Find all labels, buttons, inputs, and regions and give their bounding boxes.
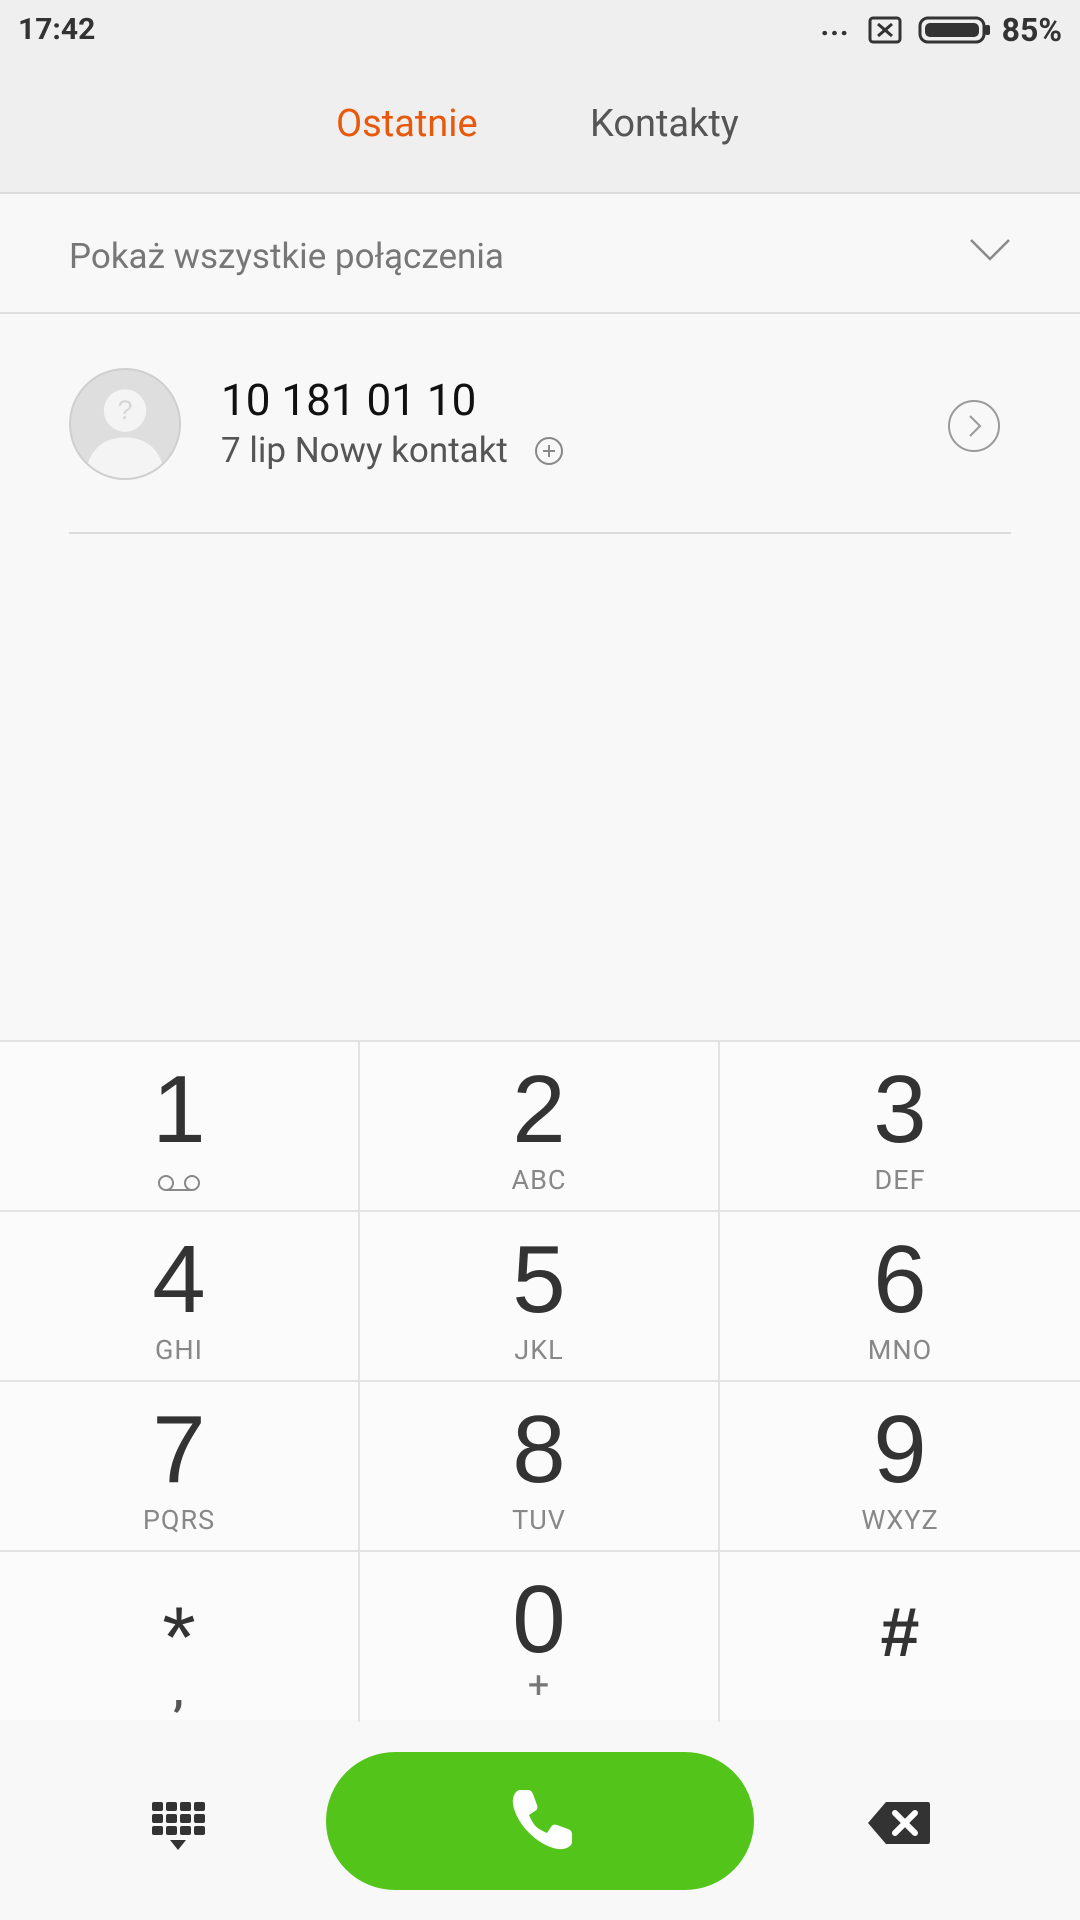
key-6[interactable]: 6 MNO (720, 1212, 1080, 1382)
key-7[interactable]: 7 PQRS (0, 1382, 360, 1552)
add-contact-icon[interactable] (534, 436, 564, 466)
dialpad-icon[interactable] (150, 1798, 206, 1854)
call-subtitle-row: 7 lip Nowy kontakt (221, 430, 564, 471)
avatar: ? (69, 368, 181, 480)
chevron-down-icon (970, 239, 1010, 261)
sim-disabled-icon (868, 16, 902, 44)
call-filter-label: Pokaż wszystkie połączenia (69, 236, 504, 277)
tab-bar: Ostatnie Kontakty (0, 62, 1080, 194)
key-8[interactable]: 8 TUV (360, 1382, 720, 1552)
divider (69, 532, 1011, 534)
key-letters: JKL (514, 1334, 564, 1366)
status-icons: ... 85% (821, 10, 1062, 50)
key-4[interactable]: 4 GHI (0, 1212, 360, 1382)
key-letters: GHI (155, 1334, 203, 1366)
tab-contacts[interactable]: Kontakty (590, 102, 739, 146)
key-letters: MNO (867, 1334, 933, 1366)
svg-text:?: ? (117, 395, 132, 425)
dialer-action-bar (0, 1722, 1080, 1920)
key-hash[interactable]: # (720, 1552, 1080, 1722)
key-digit: 6 (873, 1226, 927, 1333)
key-2[interactable]: 2 ABC (360, 1042, 720, 1212)
dialpad: 1 2 ABC 3 DEF 4 GHI 5 JKL 6 MNO 7 PQRS 8… (0, 1040, 1080, 1722)
battery-percentage: 85% (1001, 11, 1062, 49)
key-digit: # (880, 1593, 920, 1671)
key-letters: , (173, 1664, 185, 1716)
key-digit: 2 (512, 1056, 566, 1163)
call-button[interactable] (326, 1752, 754, 1890)
call-number: 10 181 01 10 (221, 374, 477, 426)
key-digit: 1 (152, 1056, 206, 1163)
key-digit: 3 (873, 1056, 927, 1163)
voicemail-icon (158, 1175, 200, 1191)
key-1[interactable]: 1 (0, 1042, 360, 1212)
key-digit: 8 (512, 1396, 566, 1503)
key-letters: ABC (511, 1164, 567, 1196)
key-letters: DEF (874, 1164, 926, 1196)
key-5[interactable]: 5 JKL (360, 1212, 720, 1382)
call-log-item[interactable]: ? 10 181 01 10 7 lip Nowy kontakt (0, 316, 1080, 534)
key-digit: 4 (152, 1226, 206, 1333)
key-digit: 5 (512, 1226, 566, 1333)
key-9[interactable]: 9 WXYZ (720, 1382, 1080, 1552)
status-time: 17:42 (18, 12, 96, 47)
more-notifications-icon: ... (820, 8, 850, 43)
details-icon[interactable] (946, 398, 1002, 454)
key-3[interactable]: 3 DEF (720, 1042, 1080, 1212)
key-star[interactable]: * , (0, 1552, 360, 1722)
phone-icon (512, 1790, 572, 1850)
call-subtitle: 7 lip Nowy kontakt (221, 430, 508, 471)
avatar-placeholder-icon: ? (84, 389, 166, 478)
call-filter-dropdown[interactable]: Pokaż wszystkie połączenia (0, 194, 1080, 314)
key-letters: PQRS (142, 1504, 216, 1536)
key-letters: TUV (512, 1504, 566, 1536)
key-0[interactable]: 0 + (360, 1552, 720, 1722)
tab-recent[interactable]: Ostatnie (336, 102, 478, 146)
key-letters: WXYZ (861, 1504, 939, 1536)
backspace-icon[interactable] (866, 1800, 932, 1846)
battery-icon (918, 16, 990, 44)
status-bar: 17:42 ... 85% (0, 0, 1080, 62)
key-digit: 9 (873, 1396, 927, 1503)
key-digit: 7 (152, 1396, 206, 1503)
key-digit: 0 (512, 1566, 566, 1673)
key-letters: + (527, 1664, 551, 1708)
